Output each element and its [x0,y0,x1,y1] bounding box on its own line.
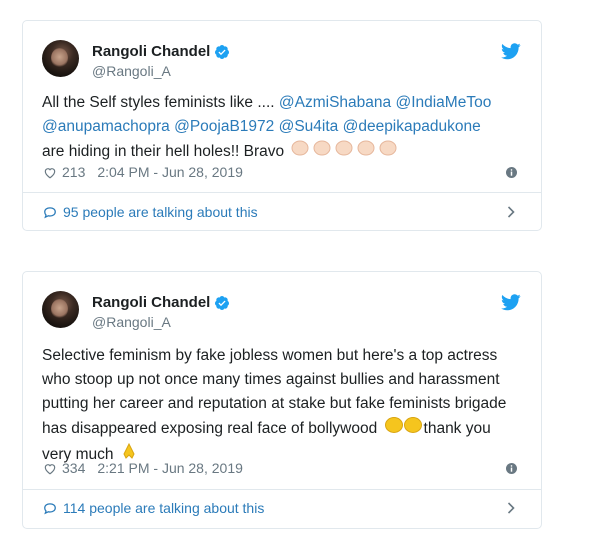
comment-bubble-icon [44,502,56,514]
heart-icon[interactable] [43,166,57,179]
tweet-meta: 213 2:04 PM - Jun 28, 2019 [43,164,243,180]
author-handle[interactable]: @Rangoli_A [92,63,171,79]
verified-badge-icon [215,44,230,59]
tweet-timestamp[interactable]: 2:04 PM - Jun 28, 2019 [97,164,243,180]
author-name[interactable]: Rangoli Chandel [92,294,210,311]
tweet-text: are hiding in their hell holes!! Bravo [42,143,289,161]
tweet-line: has disappeared exposing real face of bo… [42,416,506,442]
divider [23,192,541,193]
tweet-body: All the Self styles feminists like .... … [42,91,491,165]
like-count[interactable]: 213 [62,164,85,180]
tweet-header: Rangoli Chandel @Rangoli_A [23,272,541,344]
tweet-line: who stoop up not once many times against… [42,371,500,388]
conversation-link[interactable]: 114 people are talking about this [43,500,264,516]
tweet-text: has disappeared exposing real face of bo… [42,420,382,438]
avatar[interactable] [42,40,79,77]
tweet-text: All the Self styles feminists like .... [42,94,279,111]
tweet-body: Selective feminism by fake jobless women… [42,344,506,468]
info-icon[interactable] [506,463,517,474]
tweet-card[interactable]: Rangoli Chandel @Rangoli_A Selective fem… [22,271,542,529]
clap-emoji [290,139,402,165]
author-row: Rangoli Chandel [92,294,230,311]
mention-link[interactable]: @IndiaMeToo [395,94,491,111]
author-handle[interactable]: @Rangoli_A [92,314,171,330]
tweet-text: thank you [423,420,491,438]
mention-link[interactable]: @deepikapadukone [343,118,481,135]
chevron-right-icon[interactable] [507,502,515,514]
comment-bubble-icon [44,206,56,218]
conversation-link[interactable]: 95 people are talking about this [43,204,258,220]
tweet-timestamp[interactable]: 2:21 PM - Jun 28, 2019 [97,460,243,476]
author-row: Rangoli Chandel [92,43,230,60]
heart-icon[interactable] [43,462,57,475]
tweet-line: All the Self styles feminists like .... … [42,91,491,115]
divider [23,489,541,490]
mention-link[interactable]: @anupamachopra [42,118,170,135]
tweet-line: putting her career and reputation at sta… [42,395,507,412]
tweet-line: are hiding in their hell holes!! Bravo [42,139,491,165]
tweet-line: @anupamachopra @PoojaB1972 @Su4ita @deep… [42,115,491,139]
info-icon[interactable] [506,167,517,178]
mention-link[interactable]: @Su4ita [279,118,339,135]
tweet-card[interactable]: Rangoli Chandel @Rangoli_A All the Self … [22,20,542,231]
conversation-count: 114 people are talking about this [63,500,265,516]
clap-emoji [384,416,424,442]
twitter-bird-icon[interactable] [501,43,521,60]
mention-link[interactable]: @AzmiShabana [279,94,391,111]
author-name[interactable]: Rangoli Chandel [92,43,210,60]
twitter-bird-icon[interactable] [501,294,521,311]
chevron-right-icon[interactable] [507,206,515,218]
mention-link[interactable]: @PoojaB1972 [174,118,274,135]
verified-badge-icon [215,295,230,310]
tweet-line: Selective feminism by fake jobless women… [42,347,498,364]
conversation-count: 95 people are talking about this [63,204,258,220]
tweet-header: Rangoli Chandel @Rangoli_A [23,21,541,93]
avatar[interactable] [42,291,79,328]
tweet-meta: 334 2:21 PM - Jun 28, 2019 [43,460,243,476]
like-count[interactable]: 334 [62,460,85,476]
